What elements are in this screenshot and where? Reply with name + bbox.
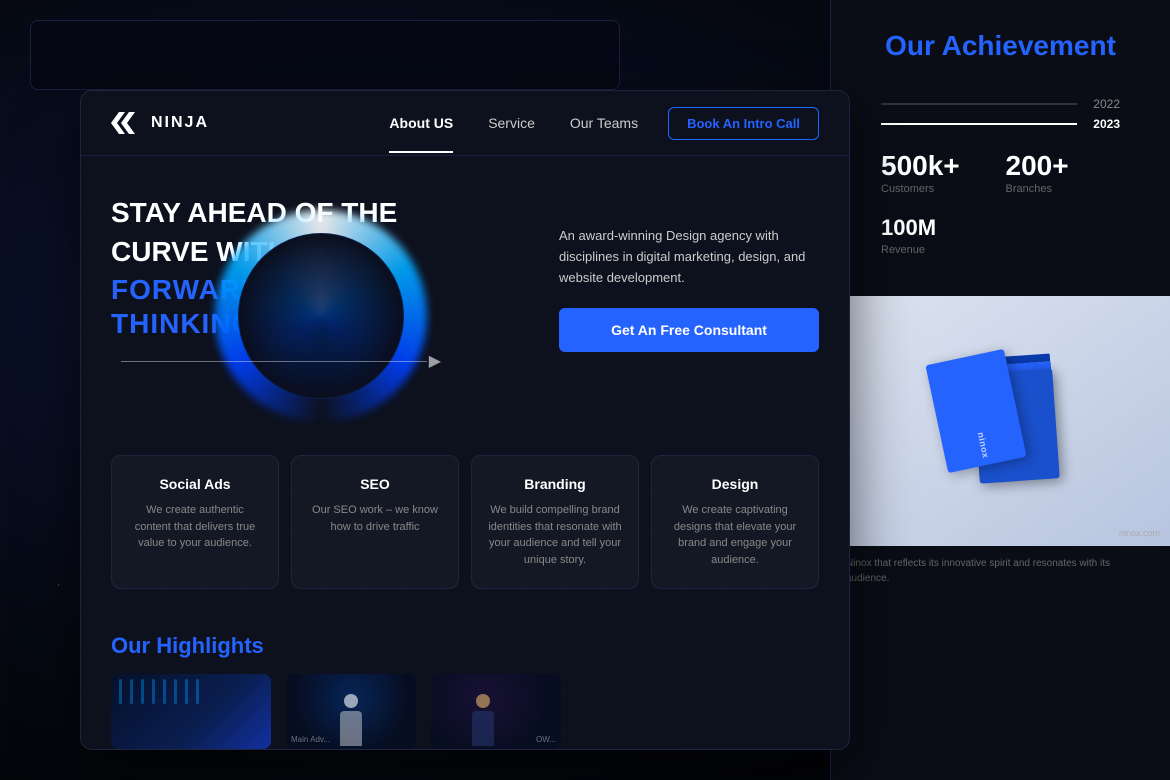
main-content: STAY AHEAD OF THE CURVE WITH OUR FORWARD… <box>81 156 849 749</box>
highlights-row: Main Adv... OW... <box>111 674 819 749</box>
hero-right: An award-winning Design agency with disc… <box>559 226 819 352</box>
book-call-button[interactable]: Book An Intro Call <box>668 107 819 140</box>
year-label-2022: 2022 <box>1085 97 1120 111</box>
stat-customers-label: Customers <box>881 183 996 195</box>
navbar: NINJA About US Service Our Teams Book An… <box>81 91 849 156</box>
arrow-line: ▶ <box>121 351 441 371</box>
hero-description: An award-winning Design agency with disc… <box>559 226 819 288</box>
highlights-section: Our Highlights <box>111 633 819 749</box>
nav-link-teams[interactable]: Our Teams <box>570 115 638 131</box>
stat-customers-number: 500k+ <box>881 152 996 180</box>
speaker-body <box>472 711 494 746</box>
service-desc-design: We create captivating designs that eleva… <box>667 502 803 568</box>
achievement-caption: Ninox that reflects its innovative spiri… <box>831 546 1170 596</box>
stat-branches-number: 200+ <box>1006 152 1121 180</box>
year-bar-2023 <box>881 123 1077 125</box>
year-row-2022: 2022 <box>881 97 1120 111</box>
logo-area: NINJA <box>111 112 209 134</box>
service-card-design: Design We create captivating designs tha… <box>651 455 819 589</box>
nav-link-service[interactable]: Service <box>488 115 535 131</box>
logo-text: NINJA <box>151 114 209 132</box>
person-silhouette <box>336 694 366 749</box>
achievement-panel: Our Achievement 2022 2023 500k+ Customer… <box>830 0 1170 780</box>
year-bar-2022 <box>881 103 1077 105</box>
services-row: Social Ads We create authentic content t… <box>111 455 819 589</box>
service-desc-branding: We build compelling brand identities tha… <box>487 502 623 568</box>
service-desc-social-ads: We create authentic content that deliver… <box>127 502 263 552</box>
service-card-seo: SEO Our SEO work – we know how to drive … <box>291 455 459 589</box>
achievement-stats: 500k+ Customers 200+ Branches 100M Reven… <box>861 137 1140 276</box>
stat-revenue: 100M Revenue <box>881 210 1120 261</box>
arrow-tip: ▶ <box>429 351 441 371</box>
service-card-social-ads: Social Ads We create authentic content t… <box>111 455 279 589</box>
line-segment <box>121 361 427 362</box>
service-title-branding: Branding <box>487 476 623 492</box>
ninox-url: ninox.com <box>1119 528 1160 538</box>
year-row-2023: 2023 <box>881 117 1120 131</box>
stat-branches-label: Branches <box>1006 183 1121 195</box>
achievement-title: Our Achievement <box>861 30 1140 62</box>
service-title-design: Design <box>667 476 803 492</box>
stat-revenue-label: Revenue <box>881 244 1120 256</box>
stat-branches: 200+ Branches <box>1006 147 1121 200</box>
speaker-silhouette <box>468 694 498 749</box>
ninox-stack <box>921 326 1081 526</box>
highlight-card-2: Main Adv... <box>286 674 416 749</box>
year-label-2023: 2023 <box>1085 117 1120 131</box>
nav-link-about[interactable]: About US <box>389 115 453 131</box>
stat-customers: 500k+ Customers <box>881 147 996 200</box>
highlight-card-3: OW... <box>431 674 561 749</box>
stat-revenue-number: 100M <box>881 215 1120 241</box>
glow-circle <box>221 216 421 416</box>
person-head <box>344 694 358 708</box>
highlights-title: Our Highlights <box>111 633 819 659</box>
consultant-cta-button[interactable]: Get An Free Consultant <box>559 308 819 352</box>
service-card-branding: Branding We build compelling brand ident… <box>471 455 639 589</box>
nav-links: About US Service Our Teams <box>389 115 638 131</box>
background-card <box>30 20 620 90</box>
logo-icon <box>111 112 143 134</box>
service-desc-seo: Our SEO work – we know how to drive traf… <box>307 502 443 535</box>
speaker-head <box>476 694 490 708</box>
main-window: NINJA About US Service Our Teams Book An… <box>80 90 850 750</box>
glow-circle-inner <box>238 233 404 399</box>
achievement-image: ninox.com <box>831 296 1170 546</box>
person-body <box>340 711 362 746</box>
hero-section: STAY AHEAD OF THE CURVE WITH OUR FORWARD… <box>111 196 819 340</box>
service-title-seo: SEO <box>307 476 443 492</box>
glow-circle-container <box>221 216 441 436</box>
service-title-social-ads: Social Ads <box>127 476 263 492</box>
highlight-card-1 <box>111 674 271 749</box>
